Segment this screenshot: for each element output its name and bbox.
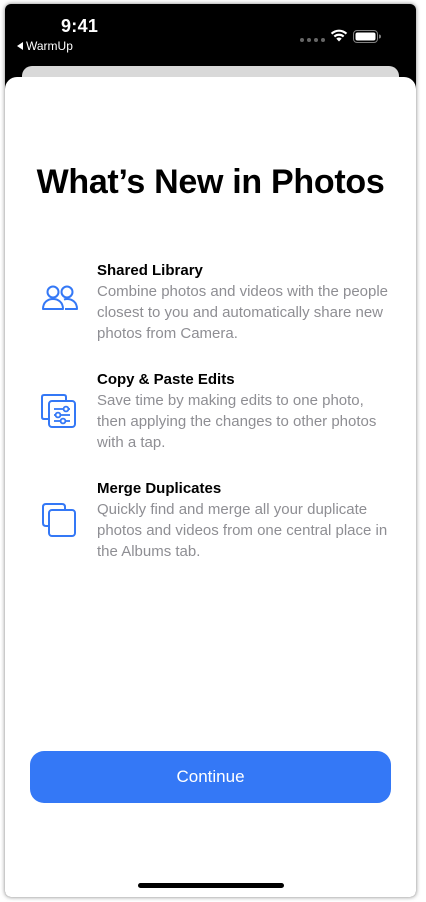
cellular-signal-icon [300, 38, 325, 42]
device-frame: 9:41 WarmUp What’s New in Photos Shared … [5, 4, 416, 897]
battery-icon [353, 30, 381, 43]
feature-copy-paste-edits: Copy & Paste Edits Save time by making e… [5, 371, 416, 471]
continue-button[interactable]: Continue [30, 751, 391, 803]
page-title: What’s New in Photos [36, 163, 385, 201]
feature-shared-library: Shared Library Combine photos and videos… [5, 262, 416, 362]
feature-description: Combine photos and videos with the peopl… [97, 283, 389, 342]
home-indicator[interactable] [138, 883, 284, 888]
duplicate-squares-icon [42, 503, 76, 537]
wifi-icon [330, 29, 348, 42]
back-arrow-icon [17, 42, 23, 50]
feature-description: Quickly find and merge all your duplicat… [97, 501, 388, 560]
feature-merge-duplicates: Merge Duplicates Quickly find and merge … [5, 480, 416, 580]
feature-title: Merge Duplicates [97, 480, 222, 497]
back-app-label: WarmUp [26, 39, 73, 53]
feature-title: Copy & Paste Edits [97, 371, 235, 388]
edit-sliders-stack-icon [41, 394, 76, 428]
feature-description: Save time by making edits to one photo, … [97, 392, 377, 451]
back-to-app-link[interactable]: WarmUp [17, 39, 73, 53]
status-bar: 9:41 WarmUp [5, 4, 416, 64]
status-time: 9:41 [61, 16, 99, 36]
feature-title: Shared Library [97, 262, 203, 279]
people-icon [42, 285, 78, 310]
